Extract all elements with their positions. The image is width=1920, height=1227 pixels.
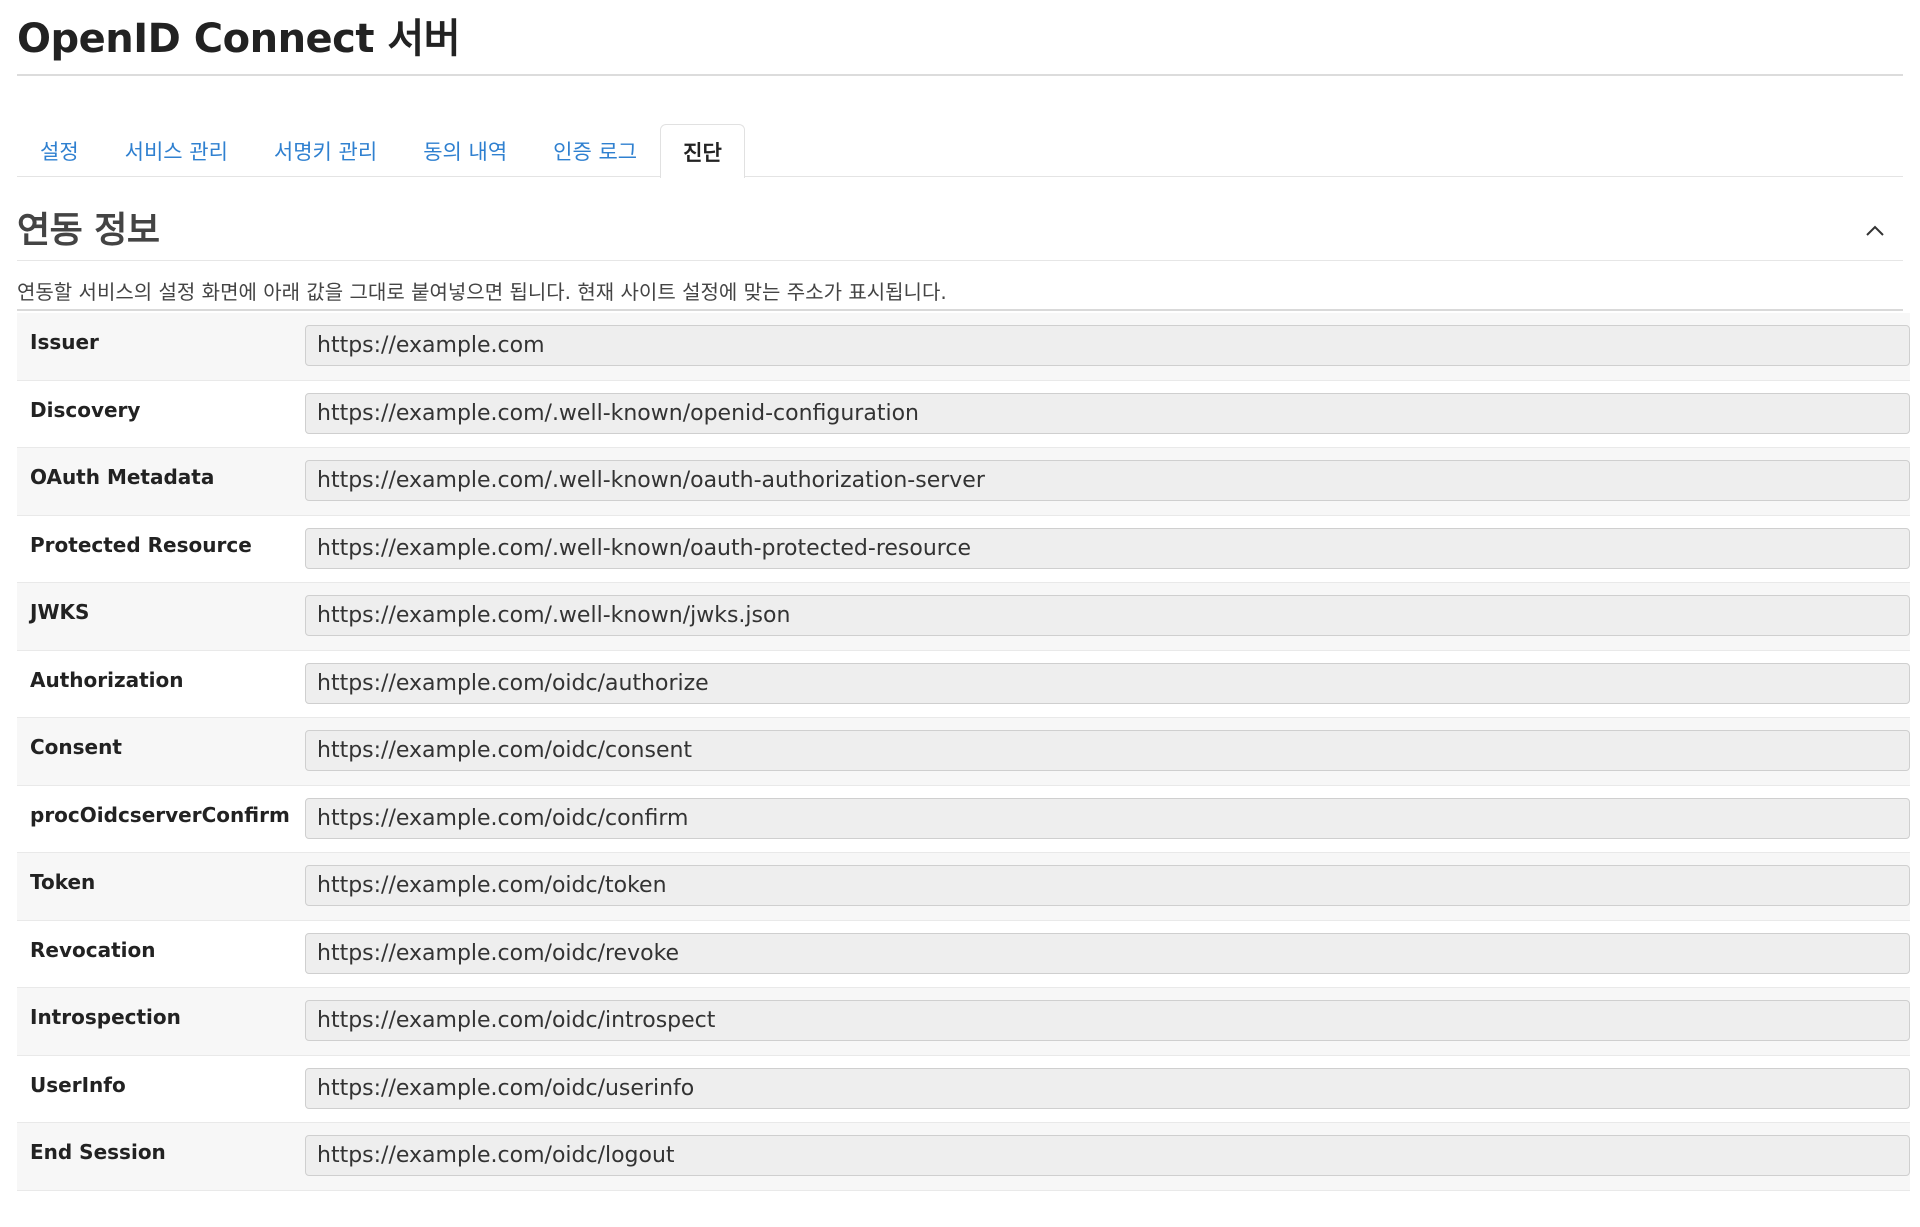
endpoint-row-protected-resource: Protected Resource <box>17 515 1910 583</box>
endpoint-url-field[interactable] <box>305 325 1910 366</box>
collapse-toggle-button[interactable] <box>1855 211 1895 251</box>
endpoint-label: Consent <box>30 735 122 759</box>
endpoint-url-field[interactable] <box>305 797 1910 839</box>
endpoint-row-userinfo: UserInfo <box>17 1055 1910 1123</box>
endpoint-url-field[interactable] <box>305 662 1910 704</box>
endpoint-row-jwks: JWKS <box>17 583 1910 651</box>
endpoint-label: Authorization <box>30 667 184 692</box>
endpoint-list: Issuer Discovery OAuth Metadata Protecte… <box>17 313 1910 1191</box>
endpoint-row-confirm: procOidcserverConfirm <box>17 785 1910 853</box>
endpoint-label: Protected Resource <box>30 532 252 557</box>
endpoint-url-field[interactable] <box>305 730 1910 771</box>
endpoint-row-authorization: Authorization <box>17 650 1910 718</box>
endpoint-url-field[interactable] <box>305 1067 1910 1109</box>
section-description: 연동할 서비스의 설정 화면에 아래 값을 그대로 붙여넣으면 됩니다. 현재 … <box>17 279 1903 311</box>
endpoint-url-field[interactable] <box>305 865 1910 906</box>
endpoint-label: JWKS <box>30 600 90 624</box>
endpoint-row-end-session: End Session <box>17 1123 1910 1191</box>
endpoint-url-field[interactable] <box>305 1135 1910 1176</box>
endpoint-url-field[interactable] <box>305 527 1910 569</box>
tab-auth-log[interactable]: 인증 로그 <box>530 124 660 177</box>
endpoint-url-field[interactable] <box>305 932 1910 974</box>
endpoint-label: procOidcserverConfirm <box>30 802 290 827</box>
section-title: 연동 정보 <box>17 210 160 251</box>
endpoint-row-oauth-metadata: OAuth Metadata <box>17 448 1910 516</box>
endpoint-label: Introspection <box>30 1005 181 1029</box>
endpoint-row-introspection: Introspection <box>17 988 1910 1056</box>
endpoint-row-revocation: Revocation <box>17 920 1910 988</box>
endpoint-label: Discovery <box>30 397 141 422</box>
page-header: OpenID Connect 서버 <box>17 0 1903 76</box>
endpoint-label: OAuth Metadata <box>30 465 215 489</box>
endpoint-label: Revocation <box>30 937 156 962</box>
endpoint-url-field[interactable] <box>305 460 1910 501</box>
endpoint-row-consent: Consent <box>17 718 1910 786</box>
tab-settings[interactable]: 설정 <box>17 124 102 177</box>
tab-signing-key-management[interactable]: 서명키 관리 <box>251 124 400 177</box>
endpoint-label: UserInfo <box>30 1072 126 1097</box>
endpoint-row-issuer: Issuer <box>17 313 1910 381</box>
endpoint-label: Issuer <box>30 330 99 354</box>
endpoint-label: End Session <box>30 1140 166 1164</box>
endpoint-label: Token <box>30 870 96 894</box>
tab-bar: 설정 서비스 관리 서명키 관리 동의 내역 인증 로그 진단 <box>17 124 1903 178</box>
endpoint-url-field[interactable] <box>305 1000 1910 1041</box>
tab-consent-history[interactable]: 동의 내역 <box>400 124 530 177</box>
tab-diagnostics[interactable]: 진단 <box>660 124 745 178</box>
endpoint-row-token: Token <box>17 853 1910 921</box>
endpoint-row-discovery: Discovery <box>17 380 1910 448</box>
tab-service-management[interactable]: 서비스 관리 <box>102 124 251 177</box>
endpoint-url-field[interactable] <box>305 595 1910 636</box>
page: OpenID Connect 서버 설정 서비스 관리 서명키 관리 동의 내역… <box>0 0 1920 1227</box>
section-header: 연동 정보 <box>17 211 1903 261</box>
chevron-up-icon <box>1866 225 1884 236</box>
endpoint-url-field[interactable] <box>305 392 1910 434</box>
page-title: OpenID Connect 서버 <box>17 16 461 62</box>
